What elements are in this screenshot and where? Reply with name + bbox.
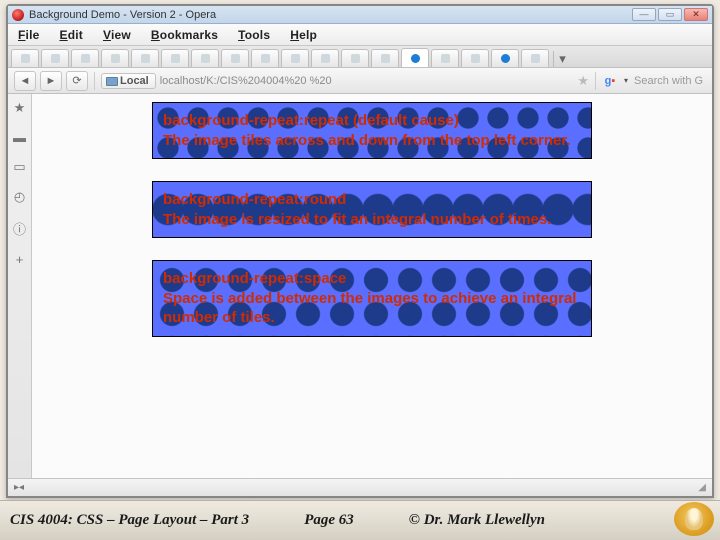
tab-10[interactable] xyxy=(281,49,309,67)
navbar: ◄ ► ⟳ Local localhost/K:/CIS%204004%20 %… xyxy=(8,68,712,94)
menu-file[interactable]: File xyxy=(18,28,39,42)
google-search-icon[interactable]: g▪ xyxy=(602,73,618,89)
panel-add-icon[interactable]: + xyxy=(16,252,24,267)
tab-8[interactable] xyxy=(221,49,249,67)
menu-bookmarks[interactable]: Bookmarks xyxy=(151,28,218,42)
forward-button[interactable]: ► xyxy=(40,71,62,91)
window-control-buttons: — ▭ ✕ xyxy=(632,8,708,21)
menu-edit[interactable]: Edit xyxy=(59,28,82,42)
separator xyxy=(94,72,95,90)
demo-text-space: background-repeat:space Space is added b… xyxy=(163,270,576,326)
menubar: File Edit View Bookmarks Tools Help xyxy=(8,24,712,46)
reload-button[interactable]: ⟳ xyxy=(66,71,88,91)
close-button[interactable]: ✕ xyxy=(684,8,708,21)
tab-17[interactable] xyxy=(491,49,519,67)
ucf-logo-icon xyxy=(674,502,714,536)
demo-text-round: background-repeat:round The image is res… xyxy=(163,191,551,228)
demo-box-round: background-repeat:round The image is res… xyxy=(152,181,592,238)
browser-window: Background Demo - Version 2 - Opera — ▭ … xyxy=(6,4,714,498)
content-area: ★ ▬ ▭ ◴ ⓘ + background-repeat:repeat (de… xyxy=(8,94,712,478)
separator xyxy=(595,72,596,90)
tab-16[interactable] xyxy=(461,49,489,67)
demo-box-repeat: background-repeat:repeat (default cause)… xyxy=(152,102,592,159)
tab-1[interactable] xyxy=(11,49,39,67)
tab-5[interactable] xyxy=(131,49,159,67)
tab-7[interactable] xyxy=(191,49,219,67)
tab-3[interactable] xyxy=(71,49,99,67)
tab-11[interactable] xyxy=(311,49,339,67)
statusbar: ▸◂ ◢ xyxy=(8,478,712,496)
minimize-button[interactable]: — xyxy=(632,8,656,21)
panel-bookmarks-icon[interactable]: ★ xyxy=(14,100,26,116)
maximize-button[interactable]: ▭ xyxy=(658,8,682,21)
panel-sidebar: ★ ▬ ▭ ◴ ⓘ + xyxy=(8,94,32,478)
local-badge[interactable]: Local xyxy=(101,73,156,89)
footer-author: © Dr. Mark Llewellyn xyxy=(409,512,545,529)
tab-9[interactable] xyxy=(251,49,279,67)
tab-12[interactable] xyxy=(341,49,369,67)
tab-6[interactable] xyxy=(161,49,189,67)
tab-2[interactable] xyxy=(41,49,69,67)
demo-text-repeat: background-repeat:repeat (default cause)… xyxy=(163,112,571,149)
new-tab-button[interactable]: ▾ xyxy=(553,51,571,67)
footer-page: Page 63 xyxy=(304,512,354,529)
url-field[interactable]: localhost/K:/CIS%204004%20 %20 xyxy=(160,75,574,87)
back-button[interactable]: ◄ xyxy=(14,71,36,91)
tab-18[interactable] xyxy=(521,49,549,67)
tab-active[interactable] xyxy=(401,48,429,67)
menu-view[interactable]: View xyxy=(103,28,131,42)
footer-course: CIS 4004: CSS – Page Layout – Part 3 xyxy=(10,512,249,529)
titlebar[interactable]: Background Demo - Version 2 - Opera — ▭ … xyxy=(8,6,712,24)
panel-downloads-icon[interactable]: ▭ xyxy=(13,159,25,175)
window-title: Background Demo - Version 2 - Opera xyxy=(29,9,632,21)
tab-4[interactable] xyxy=(101,49,129,67)
tab-15[interactable] xyxy=(431,49,459,67)
resize-grip-icon[interactable]: ◢ xyxy=(698,482,706,493)
menu-tools[interactable]: Tools xyxy=(238,28,270,42)
page-viewport: background-repeat:repeat (default cause)… xyxy=(32,94,712,478)
tab-13[interactable] xyxy=(371,49,399,67)
panel-history-icon[interactable]: ◴ xyxy=(14,189,25,205)
search-engine-dropdown-icon[interactable]: ▾ xyxy=(622,75,630,87)
opera-icon xyxy=(12,9,24,21)
panel-info-icon[interactable]: ⓘ xyxy=(13,219,26,238)
slide-footer: CIS 4004: CSS – Page Layout – Part 3 Pag… xyxy=(0,500,720,540)
tabstrip: ▾ xyxy=(8,46,712,68)
bookmark-star-icon[interactable]: ★ xyxy=(577,73,589,89)
panel-toggle-icon[interactable]: ▸◂ xyxy=(14,482,24,493)
search-input[interactable]: Search with G xyxy=(634,75,706,87)
demo-box-space: background-repeat:space Space is added b… xyxy=(152,260,592,337)
menu-help[interactable]: Help xyxy=(290,28,317,42)
panel-notes-icon[interactable]: ▬ xyxy=(13,130,26,145)
